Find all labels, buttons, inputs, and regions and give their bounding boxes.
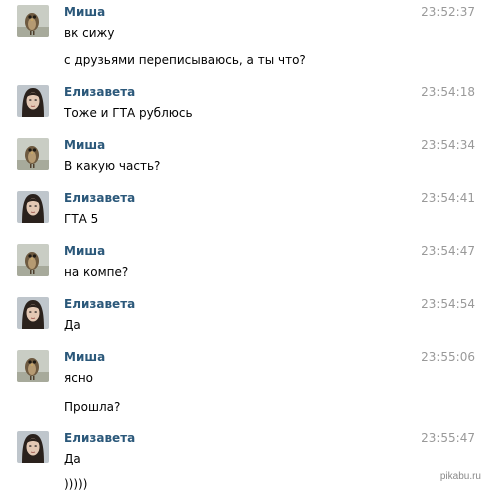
message-time: 23:54:47 [421,244,475,258]
chat-log: Миша 23:52:37 вк сижу с друзьями перепис… [0,0,487,491]
message-time: 23:54:34 [421,138,475,152]
message-text: ))))) [64,477,88,491]
message-time: 23:55:06 [421,350,475,364]
message-text: с друзьями переписываюсь, а ты что? [64,53,306,67]
girl-avatar-icon[interactable] [17,191,49,223]
message-text: В какую часть? [64,159,161,173]
message: Миша 23:52:37 вк сижу с друзьями перепис… [0,5,487,67]
girl-avatar-icon[interactable] [17,297,49,329]
message: Миша 23:55:06 ясно Прошла? [0,350,487,414]
message-author[interactable]: Елизавета [64,85,135,99]
message-time: 23:55:47 [421,431,475,445]
message-text: вк сижу [64,26,115,40]
message: Елизавета 23:54:18 Тоже и ГТА рублюсь [0,85,487,125]
girl-avatar-icon[interactable] [17,431,49,463]
message-time: 23:52:37 [421,5,475,19]
message-text: ГТА 5 [64,212,99,226]
message-text: Тоже и ГТА рублюсь [64,106,193,120]
message-time: 23:54:41 [421,191,475,205]
message-author[interactable]: Миша [64,138,105,152]
message-author[interactable]: Елизавета [64,297,135,311]
owl-avatar-icon[interactable] [17,5,49,37]
owl-avatar-icon[interactable] [17,350,49,382]
message-author[interactable]: Елизавета [64,191,135,205]
owl-avatar-icon[interactable] [17,244,49,276]
message-author[interactable]: Миша [64,244,105,258]
message-time: 23:54:18 [421,85,475,99]
owl-avatar-icon[interactable] [17,138,49,170]
message-author[interactable]: Елизавета [64,431,135,445]
message-text: на компе? [64,265,129,279]
watermark: pikabu.ru [439,471,481,482]
message-text: ясно [64,371,94,385]
message: Елизавета 23:54:41 ГТА 5 [0,191,487,231]
message: Елизавета 23:55:47 Да ))))) [0,431,487,491]
message-author[interactable]: Миша [64,350,105,364]
message-author[interactable]: Миша [64,5,105,19]
girl-avatar-icon[interactable] [17,85,49,117]
message-text: Да [64,318,81,332]
message-text: Прошла? [64,400,121,414]
message: Елизавета 23:54:54 Да [0,297,487,337]
message: Миша 23:54:47 на компе? [0,244,487,284]
message-text: Да [64,452,81,466]
message: Миша 23:54:34 В какую часть? [0,138,487,178]
message-time: 23:54:54 [421,297,475,311]
